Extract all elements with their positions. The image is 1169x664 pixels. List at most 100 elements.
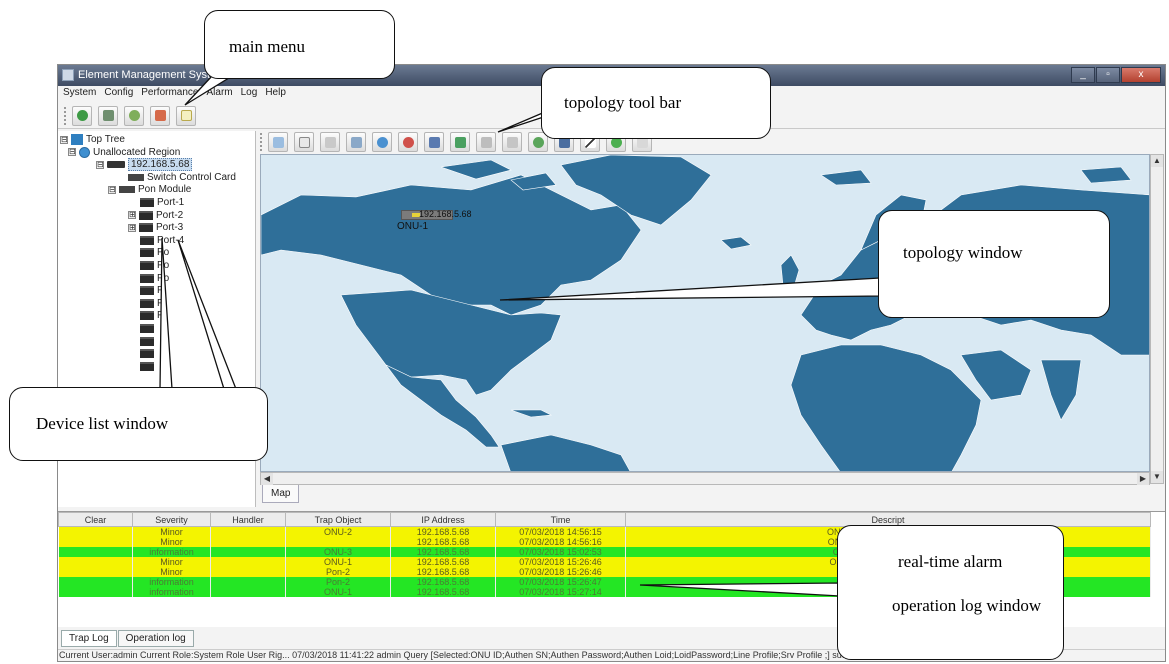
topology-view-button[interactable]	[72, 105, 92, 126]
alarm-cell: 07/03/2018 15:26:47	[495, 577, 626, 587]
collapse-icon[interactable]: ⊟	[68, 148, 76, 157]
tree-node[interactable]	[128, 347, 157, 360]
topology-horizontal-scrollbar[interactable]: ◀ ▶	[260, 472, 1150, 485]
tree-node[interactable]: ⊟ Unallocated Region	[68, 146, 180, 159]
fit-window-button[interactable]	[424, 132, 444, 152]
tree-node[interactable]: Port-1	[128, 196, 184, 209]
port-icon	[140, 248, 154, 258]
menu-system[interactable]: System	[60, 86, 101, 102]
tree-node[interactable]: ⊟ Top Tree	[60, 133, 125, 146]
port-icon	[140, 324, 154, 333]
column-header[interactable]: IP Address	[390, 512, 496, 527]
device-ip-label: 192.168.5.68	[419, 209, 472, 219]
layout-tree-button[interactable]	[346, 132, 366, 152]
select-pointer-button[interactable]	[268, 132, 288, 152]
scroll-up-arrow-icon[interactable]: ▲	[1151, 155, 1163, 167]
tree-node[interactable]: P	[128, 297, 164, 310]
tree-node[interactable]	[128, 322, 157, 335]
tab-operation-log[interactable]: Operation log	[117, 630, 194, 647]
alarm-cell: 07/03/2018 14:56:16	[495, 537, 626, 547]
port-icon	[140, 286, 154, 296]
menu-alarm[interactable]: Alarm	[204, 86, 238, 102]
menu-help[interactable]: Help	[262, 86, 291, 102]
tree-node[interactable]: P	[128, 284, 164, 297]
column-header[interactable]: Severity	[132, 512, 211, 527]
alarm-cell: ONU-1	[285, 587, 391, 597]
menu-performance[interactable]: Performance	[138, 86, 203, 102]
map-tab[interactable]: Map	[262, 485, 300, 503]
tree-node[interactable]	[128, 335, 157, 348]
alarm-cell: information	[132, 587, 211, 597]
expand-icon[interactable]: ⊞	[128, 223, 136, 232]
device-manage-button[interactable]	[98, 105, 118, 126]
alarm-cell	[58, 577, 133, 587]
tree-node-label: P	[157, 285, 164, 297]
tree-node-label: Unallocated Region	[93, 146, 181, 158]
zoom-out-button[interactable]	[398, 132, 418, 152]
callout-topology-toolbar: topology tool bar	[541, 67, 771, 139]
pan-hand-button[interactable]	[294, 132, 314, 152]
zoom-in-button[interactable]	[372, 132, 392, 152]
alarm-cell: information	[132, 547, 211, 557]
device-icon	[102, 110, 114, 121]
column-header[interactable]: Clear	[58, 512, 133, 527]
scroll-right-arrow-icon[interactable]: ▶	[1137, 473, 1149, 485]
tree-node[interactable]: Port-4	[128, 234, 184, 247]
collapse-icon[interactable]: ⊟	[108, 185, 116, 194]
port-icon	[139, 210, 153, 220]
topology-vertical-scrollbar[interactable]: ▲ ▼	[1150, 154, 1164, 484]
alarm-view-button[interactable]	[150, 105, 170, 126]
collapse-icon[interactable]: ⊟	[60, 135, 68, 144]
tree-node[interactable]: Po	[128, 259, 169, 272]
tree-node[interactable]: ⊞ Port-3	[128, 221, 183, 234]
callout-device-list: Device list window	[9, 387, 268, 461]
alarm-cell	[58, 587, 133, 597]
toolbar-grip[interactable]	[64, 106, 68, 125]
group-button[interactable]	[320, 132, 340, 152]
tree-node-label: Port-2	[156, 209, 184, 221]
scroll-left-arrow-icon[interactable]: ◀	[261, 473, 273, 485]
window-controls: _ ▫ x	[1070, 67, 1161, 84]
group-icon	[324, 136, 336, 148]
tree-node[interactable]: Switch Control Card	[116, 171, 236, 184]
close-button[interactable]: x	[1121, 67, 1161, 83]
tree-node[interactable]: P	[128, 309, 164, 322]
tree-node[interactable]	[128, 360, 157, 373]
device-name-label: ONU-1	[397, 221, 429, 232]
maximize-button[interactable]: ▫	[1096, 67, 1120, 83]
port-icon	[139, 223, 153, 233]
alarm-cell	[58, 547, 133, 557]
settings-button[interactable]	[124, 105, 144, 126]
column-header[interactable]: Handler	[210, 512, 286, 527]
menu-log[interactable]: Log	[238, 86, 263, 102]
tree-node-label: Port-3	[156, 222, 184, 234]
minimize-button[interactable]: _	[1071, 67, 1095, 83]
app-icon	[62, 69, 74, 81]
alarm-cell	[210, 557, 286, 567]
column-header[interactable]: Time	[495, 512, 626, 527]
alarm-cell	[285, 537, 391, 547]
alarm-cell: Minor	[132, 526, 211, 537]
topology-toolbar-grip[interactable]	[260, 133, 264, 151]
grid-layout-button[interactable]	[450, 132, 470, 152]
tree-node[interactable]: ⊟ Pon Module	[108, 183, 191, 196]
tab-trap-log[interactable]: Trap Log	[61, 630, 117, 647]
alarm-cell: 192.168.5.68	[390, 587, 496, 597]
tree-node[interactable]: Po	[128, 272, 169, 285]
tree-node[interactable]: ⊟ 192.168.5.68	[96, 158, 193, 172]
column-header[interactable]: Trap Object	[285, 512, 391, 527]
expand-icon[interactable]: ⊞	[128, 211, 136, 220]
stop-button[interactable]	[502, 132, 522, 152]
collapse-icon[interactable]: ⊟	[96, 160, 104, 169]
log-view-button[interactable]	[176, 105, 196, 126]
alarm-cell	[58, 557, 133, 567]
tree-node-label: Po	[157, 272, 170, 284]
tree-node[interactable]: Po	[128, 246, 169, 259]
callout-topology-window: topology window	[878, 210, 1110, 318]
tree-node[interactable]: ⊞ Port-2	[128, 209, 183, 222]
link-button[interactable]	[476, 132, 496, 152]
scroll-down-arrow-icon[interactable]: ▼	[1151, 471, 1163, 483]
menu-config[interactable]: Config	[101, 86, 138, 102]
alarm-cell: 07/03/2018 15:02:53	[495, 547, 626, 557]
callout-operation-log-text: operation log window	[892, 596, 1042, 615]
